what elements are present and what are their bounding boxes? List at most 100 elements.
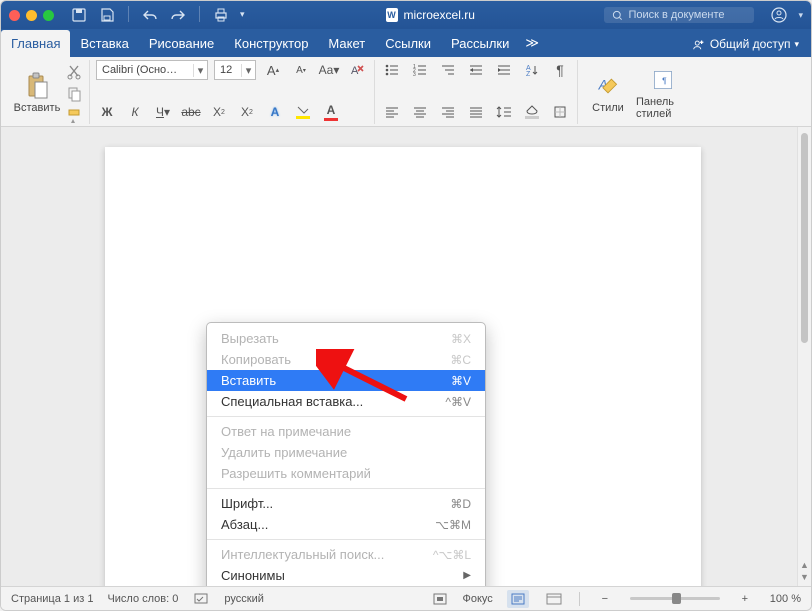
- web-layout-view-icon[interactable]: [543, 590, 565, 608]
- scroll-up-icon[interactable]: ▲: [800, 560, 809, 570]
- ribbon-group-clipboard: Вставить: [7, 60, 90, 124]
- ribbon: Вставить Calibri (Осно…▾ 12▾ A▴ A▾ Aa▾ A…: [1, 57, 811, 127]
- context-menu-shortcut: ⌘D: [450, 497, 471, 511]
- save-icon[interactable]: [98, 6, 116, 24]
- language-indicator[interactable]: русский: [224, 593, 263, 605]
- increase-indent-button[interactable]: [493, 60, 515, 80]
- italic-button[interactable]: К: [124, 102, 146, 122]
- multilevel-list-button[interactable]: [437, 60, 459, 80]
- minimize-window-button[interactable]: [26, 10, 37, 21]
- context-menu-item[interactable]: Вставить⌘V: [207, 370, 485, 391]
- close-window-button[interactable]: [9, 10, 20, 21]
- zoom-slider[interactable]: [630, 597, 720, 600]
- context-menu-label: Удалить примечание: [221, 445, 471, 460]
- format-painter-icon[interactable]: [65, 108, 83, 124]
- user-account-icon[interactable]: [770, 6, 788, 24]
- paste-button[interactable]: Вставить: [13, 60, 61, 122]
- scroll-down-icon[interactable]: ▼: [800, 572, 809, 582]
- redo-icon[interactable]: [169, 6, 187, 24]
- numbering-button[interactable]: 123: [409, 60, 431, 80]
- svg-text:Z: Z: [526, 71, 531, 77]
- decrease-indent-button[interactable]: [465, 60, 487, 80]
- font-color-button[interactable]: A: [320, 102, 342, 122]
- focus-icon[interactable]: [431, 590, 449, 608]
- context-menu-label: Шрифт...: [221, 496, 450, 511]
- context-menu-item[interactable]: Специальная вставка...^⌘V: [207, 391, 485, 412]
- context-menu-item: Вырезать⌘X: [207, 328, 485, 349]
- focus-label[interactable]: Фокус: [463, 593, 493, 605]
- tab-references[interactable]: Ссылки: [375, 30, 441, 57]
- context-menu-item: Ответ на примечание: [207, 421, 485, 442]
- font-name-select[interactable]: Calibri (Осно…▾: [96, 60, 208, 80]
- context-menu-label: Вырезать: [221, 331, 451, 346]
- tab-design[interactable]: Конструктор: [224, 30, 318, 57]
- window-title: W microexcel.ru: [256, 8, 604, 22]
- zoom-level[interactable]: 100 %: [770, 593, 801, 605]
- text-effects-button[interactable]: A: [264, 102, 286, 122]
- bold-button[interactable]: Ж: [96, 102, 118, 122]
- context-menu-shortcut: ⌘X: [451, 332, 471, 346]
- sort-button[interactable]: AZ: [521, 60, 543, 80]
- justify-button[interactable]: [465, 102, 487, 122]
- titlebar: ▾ W microexcel.ru Поиск в документе ▾: [1, 1, 811, 29]
- search-box[interactable]: Поиск в документе: [604, 7, 754, 23]
- print-icon[interactable]: [212, 6, 230, 24]
- context-menu-label: Интеллектуальный поиск...: [221, 547, 433, 562]
- styles-panel-button[interactable]: ¶ Панель стилей: [636, 60, 690, 122]
- share-button[interactable]: Общий доступ ▾: [684, 33, 807, 55]
- styles-button[interactable]: A Стили: [584, 60, 632, 122]
- strikethrough-button[interactable]: abc: [180, 102, 202, 122]
- svg-text:3: 3: [413, 72, 416, 77]
- copy-icon[interactable]: [65, 86, 83, 102]
- cut-icon[interactable]: [65, 64, 83, 80]
- align-left-button[interactable]: [381, 102, 403, 122]
- context-menu-item[interactable]: Шрифт...⌘D: [207, 493, 485, 514]
- tab-draw[interactable]: Рисование: [139, 30, 224, 57]
- word-count[interactable]: Число слов: 0: [107, 593, 178, 605]
- highlight-button[interactable]: [292, 102, 314, 122]
- quick-access-toolbar: ▾: [70, 6, 256, 24]
- vertical-scrollbar[interactable]: ▲ ▼: [797, 127, 811, 586]
- context-menu-shortcut: ⌘C: [450, 353, 471, 367]
- styles-panel-label: Панель стилей: [636, 96, 690, 120]
- context-menu-item[interactable]: Синонимы▶: [207, 565, 485, 586]
- page-indicator[interactable]: Страница 1 из 1: [11, 593, 93, 605]
- change-case-icon[interactable]: Aa▾: [318, 60, 340, 80]
- increase-font-icon[interactable]: A▴: [262, 60, 284, 80]
- statusbar: Страница 1 из 1 Число слов: 0 русский Фо…: [1, 586, 811, 610]
- zoom-in-button[interactable]: +: [734, 590, 756, 608]
- styles-label: Стили: [592, 102, 624, 114]
- show-marks-button[interactable]: ¶: [549, 60, 571, 80]
- tab-home[interactable]: Главная: [1, 30, 70, 57]
- context-menu-item: Копировать⌘C: [207, 349, 485, 370]
- tab-insert[interactable]: Вставка: [70, 30, 138, 57]
- tabs-overflow[interactable]: ≫: [519, 29, 545, 57]
- superscript-button[interactable]: X2: [236, 102, 258, 122]
- line-spacing-button[interactable]: [493, 102, 515, 122]
- context-menu-item[interactable]: Абзац...⌥⌘M: [207, 514, 485, 535]
- quick-access-dropdown[interactable]: ▾: [240, 6, 256, 22]
- spellcheck-icon[interactable]: [192, 590, 210, 608]
- subscript-button[interactable]: X2: [208, 102, 230, 122]
- undo-icon[interactable]: [141, 6, 159, 24]
- clear-formatting-icon[interactable]: A: [346, 60, 368, 80]
- share-icon: [692, 37, 706, 51]
- maximize-window-button[interactable]: [43, 10, 54, 21]
- tab-layout[interactable]: Макет: [318, 30, 375, 57]
- print-layout-view-icon[interactable]: [507, 590, 529, 608]
- align-right-button[interactable]: [437, 102, 459, 122]
- ribbon-group-font: Calibri (Осно…▾ 12▾ A▴ A▾ Aa▾ A Ж К Ч▾ a…: [90, 60, 375, 124]
- search-icon: [612, 10, 623, 21]
- underline-button[interactable]: Ч▾: [152, 102, 174, 122]
- autosave-icon[interactable]: [70, 6, 88, 24]
- bullets-button[interactable]: [381, 60, 403, 80]
- font-size-select[interactable]: 12▾: [214, 60, 256, 80]
- zoom-out-button[interactable]: −: [594, 590, 616, 608]
- decrease-font-icon[interactable]: A▾: [290, 60, 312, 80]
- window-controls: [9, 10, 54, 21]
- shading-button[interactable]: [521, 102, 543, 122]
- scrollbar-thumb[interactable]: [801, 133, 808, 343]
- borders-button[interactable]: [549, 102, 571, 122]
- align-center-button[interactable]: [409, 102, 431, 122]
- tab-mailings[interactable]: Рассылки: [441, 30, 519, 57]
